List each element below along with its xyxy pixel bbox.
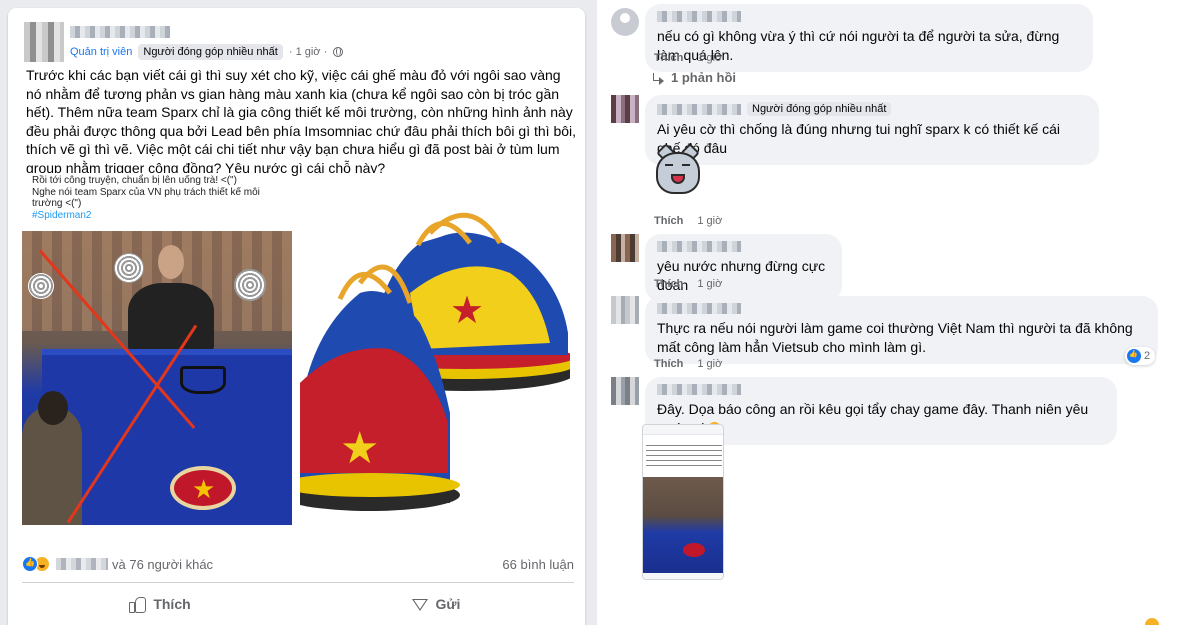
commenter-name-blurred[interactable] (657, 103, 741, 115)
comment-time[interactable]: 1 giờ (697, 358, 722, 370)
comment-meta: Thích 1 giờ (654, 278, 722, 290)
comments-panel: nếu có gì không vừa ý thì cứ nói người t… (597, 0, 1200, 625)
thumb-bottom-bar (643, 573, 723, 579)
svg-text:★: ★ (340, 424, 379, 473)
comment-header: Người đóng góp nhiều nhất (657, 102, 1087, 116)
admin-badge: Quản trị viên (70, 46, 133, 58)
contributor-badge: Người đóng góp nhiều nhất (747, 102, 892, 116)
comment-like-link[interactable]: Thích (654, 358, 683, 370)
image-caption-line2: Nghe nói team Sparx của VN phụ trách thi… (32, 186, 260, 210)
commenter-name-blurred[interactable] (657, 241, 741, 252)
commenter-avatar[interactable] (611, 234, 639, 262)
comment-text: Đây. Dọa báo công an rồi kêu gọi tẩy cha… (657, 400, 1105, 437)
post-header: Quản trị viên Người đóng góp nhiều nhất … (18, 16, 578, 62)
commenter-avatar[interactable] (611, 8, 639, 36)
image-hashtag: #Spiderman2 (32, 209, 92, 221)
comment-text: Thực ra nếu nói người làm game coi thườn… (657, 320, 1133, 355)
reactions-count-text[interactable]: và 76 người khác (112, 557, 213, 572)
comment-bubble: Thực ra nếu nói người làm game coi thườn… (645, 296, 1158, 364)
contributor-badge: Người đóng góp nhiều nhất (138, 44, 283, 60)
comment-time[interactable]: 1 giờ (697, 215, 722, 227)
comment-meta: Thích 1 giờ (654, 215, 722, 227)
image-caption-line1: Rồi tới công truyện, chuẩn bị lên uống t… (32, 175, 237, 186)
comment-bubble: yêu nước nhưng đừng cực đoan (645, 234, 842, 302)
comment-like-link[interactable]: Thích (654, 278, 683, 290)
comment-count[interactable]: 66 bình luận (502, 557, 574, 572)
post-actions: Thích Gửi (22, 584, 574, 624)
commenter-name-blurred[interactable] (657, 384, 741, 395)
reply-arrow-icon (653, 72, 665, 85)
comment-time[interactable]: 1 giờ (697, 278, 722, 290)
image-caption: Rồi tới công truyện, chuẩn bị lên uống t… (32, 175, 287, 221)
game-scene-photo: ★ (22, 231, 292, 525)
send-button[interactable]: Gửi (298, 584, 574, 624)
scene-target (234, 269, 266, 301)
like-button-label: Thích (153, 596, 191, 612)
globe-icon (333, 47, 344, 57)
like-button[interactable]: Thích (22, 584, 298, 624)
commenter-avatar[interactable] (611, 95, 639, 123)
scene-character (128, 283, 214, 353)
post-meta: Quản trị viên Người đóng góp nhiều nhất … (70, 44, 344, 60)
reactions-bar[interactable]: và 76 người khác 66 bình luận (22, 554, 574, 574)
post-image-screenshot[interactable]: Rồi tới công truyện, chuẩn bị lên uống t… (22, 173, 292, 525)
view-replies-link[interactable]: 1 phản hồi (653, 70, 736, 85)
post-time[interactable]: · 1 giờ · (289, 46, 327, 58)
thumb-topbar (643, 425, 723, 435)
scene-target (114, 253, 144, 283)
send-button-label: Gửi (435, 596, 461, 612)
sticker-eye (682, 164, 690, 167)
send-icon (411, 596, 428, 612)
scene-character-head (158, 245, 184, 279)
svg-text:★: ★ (450, 290, 484, 332)
like-reaction-icon (1127, 349, 1141, 363)
comment-like-number: 2 (1144, 350, 1151, 362)
thumb-caption (646, 445, 722, 467)
clown-shoes-illustration: ★ ★ (300, 212, 570, 511)
author-name-blurred[interactable] (70, 26, 170, 38)
comment-like-count[interactable]: 2 (1125, 347, 1156, 365)
cat-sticker (653, 143, 703, 198)
comment-bubble: Người đóng góp nhiều nhất Ai yêu cờ thì … (645, 95, 1099, 165)
replies-count: 1 phản hồi (671, 70, 736, 85)
author-avatar[interactable] (24, 22, 64, 62)
comment-meta: Thích 1 giờ (654, 52, 722, 64)
thumbs-up-icon (129, 596, 147, 613)
commenter-name-blurred[interactable] (657, 11, 741, 22)
scene-viewer-head (38, 391, 68, 425)
post-card: Quản trị viên Người đóng góp nhiều nhất … (8, 8, 585, 625)
reaction-emoji-icon (1145, 618, 1159, 625)
commenter-name-blurred[interactable] (657, 303, 741, 314)
thumb-photo (643, 477, 723, 573)
commenter-avatar[interactable] (611, 296, 639, 324)
scene-stand (180, 366, 226, 394)
scene-target (28, 273, 54, 299)
comment-attached-screenshot[interactable] (642, 424, 724, 580)
post-body-text: Trước khi các bạn viết cái gì thì suy xé… (26, 67, 577, 176)
comment-meta: Thích 1 giờ (654, 358, 722, 370)
sticker-face (656, 152, 700, 194)
reactor-name-blurred (56, 558, 108, 570)
comment-like-link[interactable]: Thích (654, 215, 683, 227)
commenter-avatar[interactable] (611, 377, 639, 405)
like-reaction-icon (22, 556, 38, 572)
thumb-stool (683, 543, 705, 557)
comment-time[interactable]: 1 giờ (697, 52, 722, 64)
post-image-clown-shoes[interactable]: ★ ★ (300, 173, 570, 525)
comment-text: Ai yêu cờ thì chống là đúng nhưng tui ng… (657, 121, 1061, 156)
divider (22, 582, 574, 583)
sticker-eye (665, 164, 673, 167)
comment-like-link[interactable]: Thích (654, 52, 683, 64)
stool-star-icon: ★ (192, 474, 216, 504)
